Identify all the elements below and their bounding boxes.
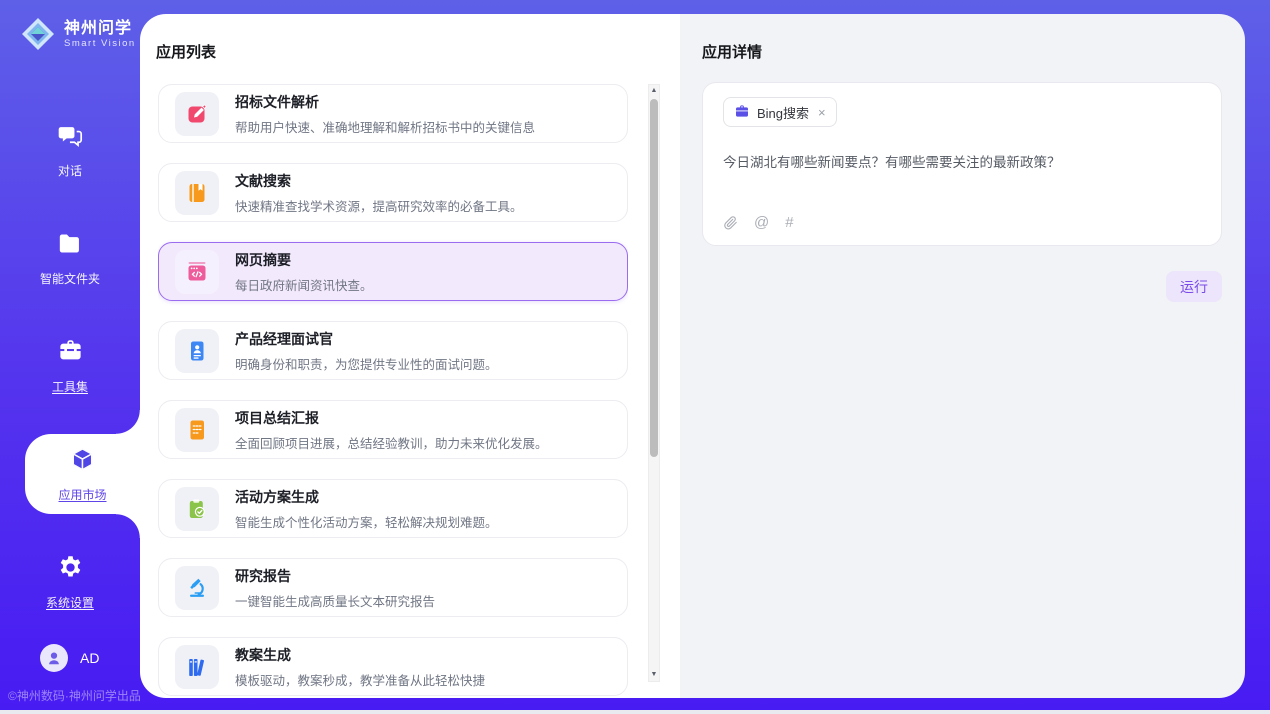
toolbox-icon [57, 338, 84, 370]
scrollbar-thumb[interactable] [650, 99, 658, 457]
scroll-down-arrow-icon[interactable]: ▼ [649, 669, 659, 681]
attachment-toolbar: @ # [723, 214, 1201, 233]
pen-square-icon [175, 92, 219, 136]
sidebar-item-系统设置[interactable]: 系统设置 [0, 542, 140, 622]
app-description: 帮助用户快速、准确地理解和解析招标书中的关键信息 [235, 117, 535, 136]
user-profile[interactable]: AD [40, 644, 99, 672]
app-description: 一键智能生成高质量长文本研究报告 [235, 591, 435, 610]
sidebar: 神州问学 Smart Vision 对话 智能文件夹 工具集 应用市场 系统设置… [0, 0, 140, 710]
hash-icon[interactable]: # [785, 214, 793, 231]
app-card-项目总结汇报[interactable]: 项目总结汇报 全面回顾项目进展，总结经验教训，助力未来优化发展。 [158, 400, 628, 459]
user-name: AD [80, 650, 99, 666]
app-card-文献搜索[interactable]: 文献搜索 快速精准查找学术资源，提高研究效率的必备工具。 [158, 163, 628, 222]
tool-chip-bing[interactable]: Bing搜索 × [723, 97, 837, 127]
list-scrollbar[interactable]: ▲ ▼ [648, 84, 660, 682]
sidebar-item-label: 智能文件夹 [40, 270, 100, 287]
app-name: 项目总结汇报 [235, 408, 548, 428]
app-list-panel: 应用列表 招标文件解析 帮助用户快速、准确地理解和解析招标书中的关键信息 文献搜… [140, 14, 680, 698]
app-window: 神州问学 Smart Vision 对话 智能文件夹 工具集 应用市场 系统设置… [0, 0, 1270, 714]
chat-icon [57, 122, 84, 154]
app-card-招标文件解析[interactable]: 招标文件解析 帮助用户快速、准确地理解和解析招标书中的关键信息 [158, 84, 628, 143]
sidebar-item-label: 系统设置 [46, 594, 94, 611]
clipboard-check-icon [175, 487, 219, 531]
app-name: 产品经理面试官 [235, 329, 498, 349]
sidebar-item-智能文件夹[interactable]: 智能文件夹 [0, 218, 140, 298]
app-name: 教案生成 [235, 645, 485, 665]
chip-close-icon[interactable]: × [818, 105, 826, 120]
app-description: 全面回顾项目进展，总结经验教训，助力未来优化发展。 [235, 433, 548, 452]
app-card-产品经理面试官[interactable]: 产品经理面试官 明确身份和职责，为您提供专业性的面试问题。 [158, 321, 628, 380]
app-description: 模板驱动，教案秒成，教学准备从此轻松快捷 [235, 670, 485, 689]
book-icon [175, 171, 219, 215]
brand-name: 神州问学 [64, 20, 136, 38]
sidebar-item-工具集[interactable]: 工具集 [0, 326, 140, 406]
app-card-研究报告[interactable]: 研究报告 一键智能生成高质量长文本研究报告 [158, 558, 628, 617]
sidebar-item-label: 对话 [58, 162, 82, 179]
query-text-input[interactable]: 今日湖北有哪些新闻要点？有哪些需要关注的最新政策？ [723, 151, 1201, 214]
sidebar-nav: 对话 智能文件夹 工具集 应用市场 系统设置 [0, 110, 140, 622]
avatar-icon [40, 644, 68, 672]
tool-chip-label: Bing搜索 [757, 103, 809, 122]
gear-icon [57, 554, 84, 586]
main-content: 应用列表 招标文件解析 帮助用户快速、准确地理解和解析招标书中的关键信息 文献搜… [140, 14, 1245, 698]
sidebar-item-label: 工具集 [52, 378, 88, 395]
scroll-up-arrow-icon[interactable]: ▲ [649, 85, 659, 97]
folder-icon [57, 230, 84, 262]
app-description: 明确身份和职责，为您提供专业性的面试问题。 [235, 354, 498, 373]
prompt-card: Bing搜索 × 今日湖北有哪些新闻要点？有哪些需要关注的最新政策？ @ # [702, 82, 1222, 246]
app-description: 每日政府新闻资讯快查。 [235, 275, 373, 294]
sidebar-item-应用市场[interactable]: 应用市场 [25, 434, 140, 514]
paperclip-icon[interactable] [723, 215, 738, 231]
books-icon [175, 645, 219, 689]
app-detail-title: 应用详情 [702, 41, 762, 62]
mention-at-icon[interactable]: @ [754, 214, 769, 231]
app-name: 活动方案生成 [235, 487, 498, 507]
app-name: 招标文件解析 [235, 92, 535, 112]
brand: 神州问学 Smart Vision [0, 0, 140, 52]
microscope-icon [175, 566, 219, 610]
brand-subtitle: Smart Vision [64, 38, 136, 49]
app-description: 快速精准查找学术资源，提高研究效率的必备工具。 [235, 196, 523, 215]
briefcase-icon [734, 104, 750, 120]
app-card-网页摘要[interactable]: 网页摘要 每日政府新闻资讯快查。 [158, 242, 628, 301]
app-description: 智能生成个性化活动方案，轻松解决规划难题。 [235, 512, 498, 531]
report-doc-icon [175, 408, 219, 452]
copyright-footer: ©神州数码·神州问学出品 [8, 687, 141, 704]
sidebar-item-对话[interactable]: 对话 [0, 110, 140, 190]
cube-icon [69, 446, 96, 478]
run-button[interactable]: 运行 [1166, 271, 1222, 302]
app-list: 招标文件解析 帮助用户快速、准确地理解和解析招标书中的关键信息 文献搜索 快速精… [158, 84, 628, 698]
app-card-活动方案生成[interactable]: 活动方案生成 智能生成个性化活动方案，轻松解决规划难题。 [158, 479, 628, 538]
app-name: 文献搜索 [235, 171, 523, 191]
resume-icon [175, 329, 219, 373]
app-name: 研究报告 [235, 566, 435, 586]
app-list-title: 应用列表 [156, 41, 216, 62]
app-card-教案生成[interactable]: 教案生成 模板驱动，教案秒成，教学准备从此轻松快捷 [158, 637, 628, 696]
app-detail-panel: 应用详情 Bing搜索 × 今日湖北有哪些新闻要点？有哪些需要关注的最新政策？ [680, 14, 1245, 698]
browser-code-icon [175, 250, 219, 294]
app-name: 网页摘要 [235, 250, 373, 270]
brand-logo-icon [20, 16, 56, 52]
sidebar-item-label: 应用市场 [58, 486, 106, 503]
